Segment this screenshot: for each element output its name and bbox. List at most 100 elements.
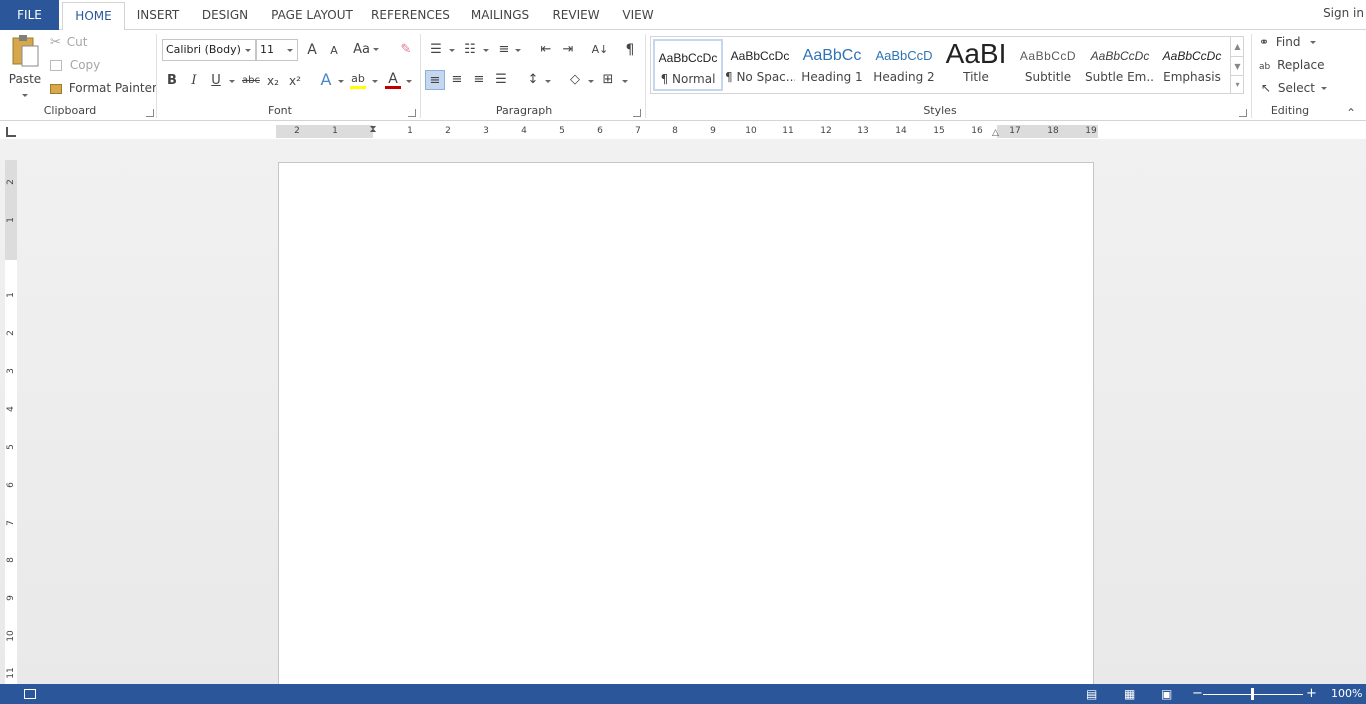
print-layout-icon[interactable]: ▦ [1124, 684, 1135, 704]
align-left-button[interactable]: ≡ [425, 70, 445, 90]
subscript-button[interactable]: x₂ [263, 71, 283, 91]
style-subtle-emphasis[interactable]: AaBbCcDc Subtle Em... [1085, 39, 1155, 91]
zoom-in-icon[interactable]: + [1306, 684, 1317, 704]
strikethrough-button[interactable]: abc [241, 71, 261, 91]
page-status-icon[interactable] [24, 684, 38, 704]
font-dialog-launcher-icon[interactable] [408, 109, 416, 117]
bold-button[interactable]: B [162, 71, 182, 91]
style-emphasis[interactable]: AaBbCcDc Emphasis [1157, 39, 1227, 91]
ruler-tick-label: 13 [857, 126, 869, 136]
italic-button[interactable]: I [184, 71, 204, 91]
shading-button[interactable]: ◇ [565, 70, 585, 90]
font-name-dropdown[interactable]: Calibri (Body) [162, 39, 256, 61]
chevron-down-icon [245, 49, 251, 52]
superscript-button[interactable]: x² [285, 71, 305, 91]
group-divider [156, 34, 157, 118]
style-sample: AaBbCcDc [1090, 49, 1150, 63]
tab-selector-icon[interactable] [6, 127, 16, 137]
highlight-color-button[interactable]: ab [348, 69, 368, 89]
clipboard-dialog-launcher-icon[interactable] [146, 109, 154, 117]
cut-button[interactable]: ✂ Cut [50, 35, 87, 50]
style-heading-1[interactable]: AaBbCc Heading 1 [797, 39, 867, 91]
clear-formatting-button[interactable]: ✎ [396, 40, 416, 60]
tab-file[interactable]: FILE [0, 0, 59, 30]
multilevel-list-button[interactable]: ≡ [494, 40, 514, 60]
tab-view[interactable]: VIEW [617, 0, 659, 30]
line-spacing-button[interactable]: ↕ [523, 70, 543, 90]
select-button[interactable]: ↖ Select [1261, 81, 1327, 95]
font-size-dropdown[interactable]: 11 [256, 39, 298, 61]
cut-label: Cut [66, 35, 88, 49]
font-color-button[interactable]: A [383, 69, 403, 89]
text-effects-button[interactable]: A [316, 70, 336, 90]
style-normal[interactable]: AaBbCcDc ¶ Normal [653, 39, 723, 91]
find-button[interactable]: ⚭ Find [1259, 35, 1317, 49]
document-page[interactable] [278, 162, 1094, 684]
ruler-tick-label: 2 [6, 179, 16, 185]
zoom-level[interactable]: 100% [1331, 684, 1362, 704]
borders-icon: ⊞ [602, 72, 614, 87]
ruler-tick-label: 18 [1047, 126, 1059, 136]
styles-dialog-launcher-icon[interactable] [1239, 109, 1247, 117]
tab-mailings[interactable]: MAILINGS [466, 0, 534, 30]
gallery-more-icon[interactable]: ▾ [1230, 75, 1244, 93]
right-indent-marker-icon[interactable]: △ [992, 128, 999, 138]
paste-button[interactable]: Paste [8, 34, 42, 100]
tab-design[interactable]: DESIGN [196, 0, 254, 30]
gallery-scroll-up-icon[interactable]: ▲ [1230, 37, 1244, 56]
style-subtitle[interactable]: AaBbCcD Subtitle [1013, 39, 1083, 91]
multilevel-list-icon: ≡ [498, 42, 510, 57]
style-name: Heading 2 [873, 70, 935, 84]
decrease-indent-icon: ⇤ [540, 42, 552, 57]
collapse-ribbon-icon[interactable]: ⌃ [1346, 106, 1356, 120]
borders-button[interactable]: ⊞ [598, 70, 618, 90]
change-case-button[interactable]: Aa [352, 40, 380, 60]
tab-insert[interactable]: INSERT [133, 0, 183, 30]
zoom-out-icon[interactable]: − [1192, 684, 1203, 704]
sort-button[interactable]: A↓ [590, 40, 610, 60]
tab-page-layout[interactable]: PAGE LAYOUT [268, 0, 356, 30]
show-formatting-button[interactable]: ¶ [620, 40, 640, 60]
format-painter-button[interactable]: Format Painter [50, 81, 157, 95]
align-right-button[interactable]: ≡ [469, 70, 489, 90]
sign-in-link[interactable]: Sign in [1323, 0, 1366, 26]
increase-indent-button[interactable]: ⇥ [558, 40, 578, 60]
tab-home[interactable]: HOME [62, 2, 125, 31]
grow-font-button[interactable]: A [302, 40, 322, 60]
copy-button[interactable]: Copy [50, 58, 100, 72]
styles-group-label: Styles [923, 104, 957, 117]
numbering-button[interactable]: ☷ [460, 40, 480, 60]
replace-button[interactable]: ab Replace [1259, 58, 1325, 72]
font-color-swatch [385, 86, 401, 89]
chevron-down-icon [588, 80, 594, 83]
chevron-down-icon [287, 49, 293, 52]
style-title[interactable]: AaBI Title [941, 39, 1011, 91]
zoom-slider-thumb[interactable] [1251, 688, 1254, 700]
underline-icon: U [211, 73, 221, 88]
replace-icon: ab [1259, 62, 1271, 72]
ruler-tick-label: 6 [6, 482, 16, 488]
align-center-icon: ≡ [451, 72, 463, 87]
eraser-icon: ✎ [400, 42, 412, 57]
web-layout-icon[interactable]: ▣ [1161, 684, 1172, 704]
paste-label: Paste [8, 72, 42, 86]
indent-marker-icon[interactable]: ⧗ [367, 124, 379, 140]
gallery-scroll-down-icon[interactable]: ▼ [1230, 56, 1244, 75]
tab-review[interactable]: REVIEW [548, 0, 604, 30]
shrink-font-button[interactable]: A [324, 41, 344, 61]
binoculars-icon: ⚭ [1259, 35, 1270, 49]
read-mode-icon[interactable]: ▤ [1086, 684, 1097, 704]
ruler-tick-label: 12 [820, 126, 832, 136]
underline-button[interactable]: U [206, 71, 226, 91]
decrease-indent-button[interactable]: ⇤ [536, 40, 556, 60]
tab-references[interactable]: REFERENCES [369, 0, 452, 30]
ruler-tick-label: 1 [332, 126, 338, 136]
style-no-spacing[interactable]: AaBbCcDc ¶ No Spac... [725, 39, 795, 91]
font-size-value: 11 [260, 43, 274, 56]
align-center-button[interactable]: ≡ [447, 70, 467, 90]
paragraph-dialog-launcher-icon[interactable] [633, 109, 641, 117]
bullets-button[interactable]: ☰ [426, 40, 446, 60]
style-heading-2[interactable]: AaBbCcD Heading 2 [869, 39, 939, 91]
highlighter-icon: ab [351, 72, 365, 85]
justify-button[interactable]: ☰ [491, 70, 511, 90]
